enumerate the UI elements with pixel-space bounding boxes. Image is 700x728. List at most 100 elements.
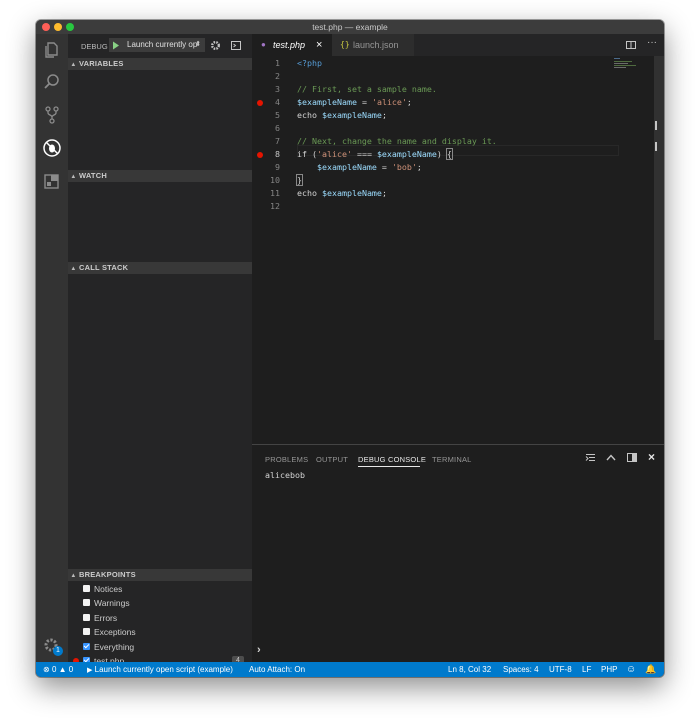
cursor-position[interactable]: Ln 8, Col 32 <box>448 662 491 677</box>
line-number: 11 <box>270 188 280 198</box>
launch-status[interactable]: ▶ Launch currently open script (example) <box>87 662 233 677</box>
feedback-smiley-icon[interactable]: ☺ <box>626 662 636 677</box>
warning-icon: ▲ <box>58 665 67 674</box>
breakpoint-label: Errors <box>94 612 118 623</box>
panel-layout-icon[interactable] <box>627 453 637 462</box>
code-line-11: echo $exampleName; <box>297 188 387 198</box>
code-line-7: // Next, change the name and display it. <box>297 136 497 146</box>
indentation-status[interactable]: Spaces: 4 <box>503 662 539 677</box>
tab-label: launch.json <box>353 40 399 50</box>
section-title: BREAKPOINTS <box>79 570 136 579</box>
tab-close-icon[interactable]: × <box>316 34 322 56</box>
section-title: WATCH <box>79 171 107 180</box>
json-file-icon: {} <box>340 40 350 49</box>
configure-gear-icon[interactable] <box>210 40 221 51</box>
extensions-icon[interactable] <box>42 171 62 191</box>
activity-bar: 1 <box>36 34 68 662</box>
settings-gear-icon[interactable]: 1 <box>42 636 63 656</box>
status-bar: ⊗ 0 ▲ 0 ▶ Launch currently open script (… <box>36 662 664 677</box>
debug-toolbar: DEBUG Launch currently op ⬍ <box>68 34 252 58</box>
exception-breakpoint-row[interactable]: Exceptions <box>68 625 252 639</box>
exception-breakpoint-row[interactable]: Everything <box>68 640 252 654</box>
active-tab-underline <box>358 466 420 467</box>
encoding-status[interactable]: UTF-8 <box>549 662 572 677</box>
explorer-icon[interactable] <box>42 40 62 60</box>
tab-output[interactable]: OUTPUT <box>316 455 348 464</box>
launch-status-label: Launch currently open script (example) <box>94 665 233 674</box>
start-debug-icon[interactable] <box>112 41 120 50</box>
debug-icon[interactable] <box>42 138 62 158</box>
search-icon[interactable] <box>42 72 62 92</box>
breakpoint-icon[interactable] <box>257 100 263 106</box>
console-prompt: › <box>257 644 261 656</box>
code-line-5: echo $exampleName; <box>297 110 387 120</box>
checkbox[interactable] <box>83 599 90 607</box>
console-input[interactable] <box>268 644 648 657</box>
editor-scrollbar[interactable] <box>654 56 664 340</box>
section-title: VARIABLES <box>79 59 124 68</box>
close-panel-icon[interactable]: × <box>648 450 655 464</box>
close-window-button[interactable] <box>42 23 50 31</box>
checkbox[interactable] <box>83 642 90 650</box>
checkbox[interactable] <box>83 613 90 621</box>
notifications-bell-icon[interactable]: 🔔 <box>645 662 656 677</box>
tab-terminal[interactable]: TERMINAL <box>432 455 472 464</box>
minimize-window-button[interactable] <box>54 23 62 31</box>
minimap[interactable] <box>614 58 646 70</box>
tab-problems[interactable]: PROBLEMS <box>265 455 308 464</box>
code-line-4: $exampleName = 'alice'; <box>297 97 412 107</box>
line-number: 3 <box>275 84 280 94</box>
launch-config-select[interactable]: Launch currently op ⬍ <box>109 38 205 52</box>
debug-sidebar: DEBUG Launch currently op ⬍ ▲ VARIABLES ▲… <box>68 34 252 677</box>
section-title: CALL STACK <box>79 263 129 272</box>
error-icon: ⊗ <box>43 665 50 674</box>
checkbox[interactable] <box>83 585 90 592</box>
error-count: 0 <box>51 665 57 674</box>
line-number: 9 <box>275 162 280 172</box>
call-stack-section-header[interactable]: ▲ CALL STACK <box>68 262 252 274</box>
variables-section-header[interactable]: ▲ VARIABLES <box>68 58 252 70</box>
overview-ruler-mark <box>655 142 657 151</box>
language-mode[interactable]: PHP <box>601 662 617 677</box>
breakpoint-label: Everything <box>94 641 135 652</box>
maximize-panel-icon[interactable] <box>606 454 616 461</box>
breakpoint-label: Exceptions <box>94 627 136 638</box>
exception-breakpoint-row[interactable]: Warnings <box>68 596 252 610</box>
exception-breakpoint-row[interactable]: Notices <box>68 582 252 596</box>
auto-attach-status[interactable]: Auto Attach: On <box>249 662 305 677</box>
collapse-arrow-icon: ▲ <box>70 62 77 68</box>
collapse-arrow-icon: ▲ <box>70 266 77 272</box>
tab-launch-json[interactable]: {} launch.json <box>332 34 414 56</box>
source-control-icon[interactable] <box>42 105 62 125</box>
tab-debug-console[interactable]: DEBUG CONSOLE <box>358 455 426 464</box>
settings-badge: 1 <box>53 646 63 656</box>
debug-label: DEBUG <box>81 42 108 51</box>
line-number: 2 <box>275 71 280 81</box>
bottom-panel: PROBLEMS OUTPUT DEBUG CONSOLE TERMINAL ×… <box>252 444 664 663</box>
breakpoint-icon[interactable] <box>257 152 263 158</box>
dropdown-caret-icon: ⬍ <box>195 41 201 48</box>
code-editor[interactable]: 1 2 3 4 5 6 7 8 9 10 11 12 <?php // First, set a sa… <box>252 56 664 444</box>
eol-status[interactable]: LF <box>582 662 591 677</box>
line-number: 5 <box>275 110 280 120</box>
breakpoints-section-header[interactable]: ▲ BREAKPOINTS <box>68 569 252 581</box>
line-number: 7 <box>275 136 280 146</box>
split-editor-icon[interactable] <box>626 41 636 49</box>
clear-console-icon[interactable] <box>585 453 596 463</box>
line-number: 12 <box>270 201 280 211</box>
checkbox[interactable] <box>83 628 90 636</box>
code-line-9: $exampleName = 'bob'; <box>316 162 422 172</box>
watch-section-header[interactable]: ▲ WATCH <box>68 170 252 182</box>
breakpoint-label: Notices <box>94 584 123 594</box>
more-actions-icon[interactable]: ··· <box>647 37 657 48</box>
breakpoint-label: Warnings <box>94 598 130 609</box>
overview-ruler-mark <box>655 121 657 130</box>
launch-config-name: Launch currently op <box>127 40 198 49</box>
line-number: 1 <box>275 58 280 68</box>
debug-console-toggle-icon[interactable] <box>231 41 241 50</box>
collapse-arrow-icon: ▲ <box>70 174 77 180</box>
exception-breakpoint-row[interactable]: Errors <box>68 611 252 625</box>
tab-test-php[interactable]: ● test.php × <box>252 34 332 56</box>
problems-status[interactable]: ⊗ 0 ▲ 0 <box>43 662 73 677</box>
zoom-window-button[interactable] <box>66 23 74 31</box>
